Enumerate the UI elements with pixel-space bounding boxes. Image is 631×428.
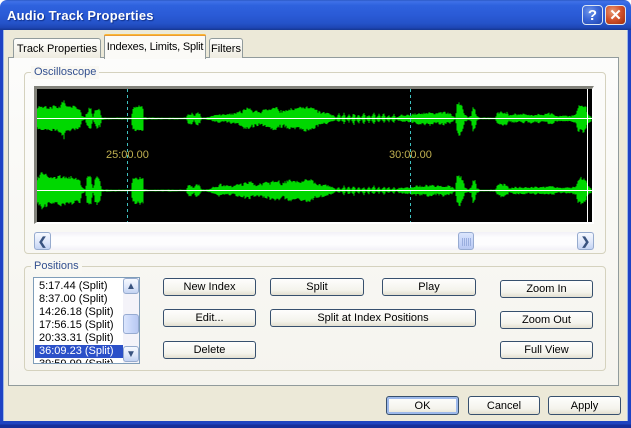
svg-text:25:00.00: 25:00.00 <box>106 149 149 161</box>
svg-text:30:00.00: 30:00.00 <box>389 149 432 161</box>
